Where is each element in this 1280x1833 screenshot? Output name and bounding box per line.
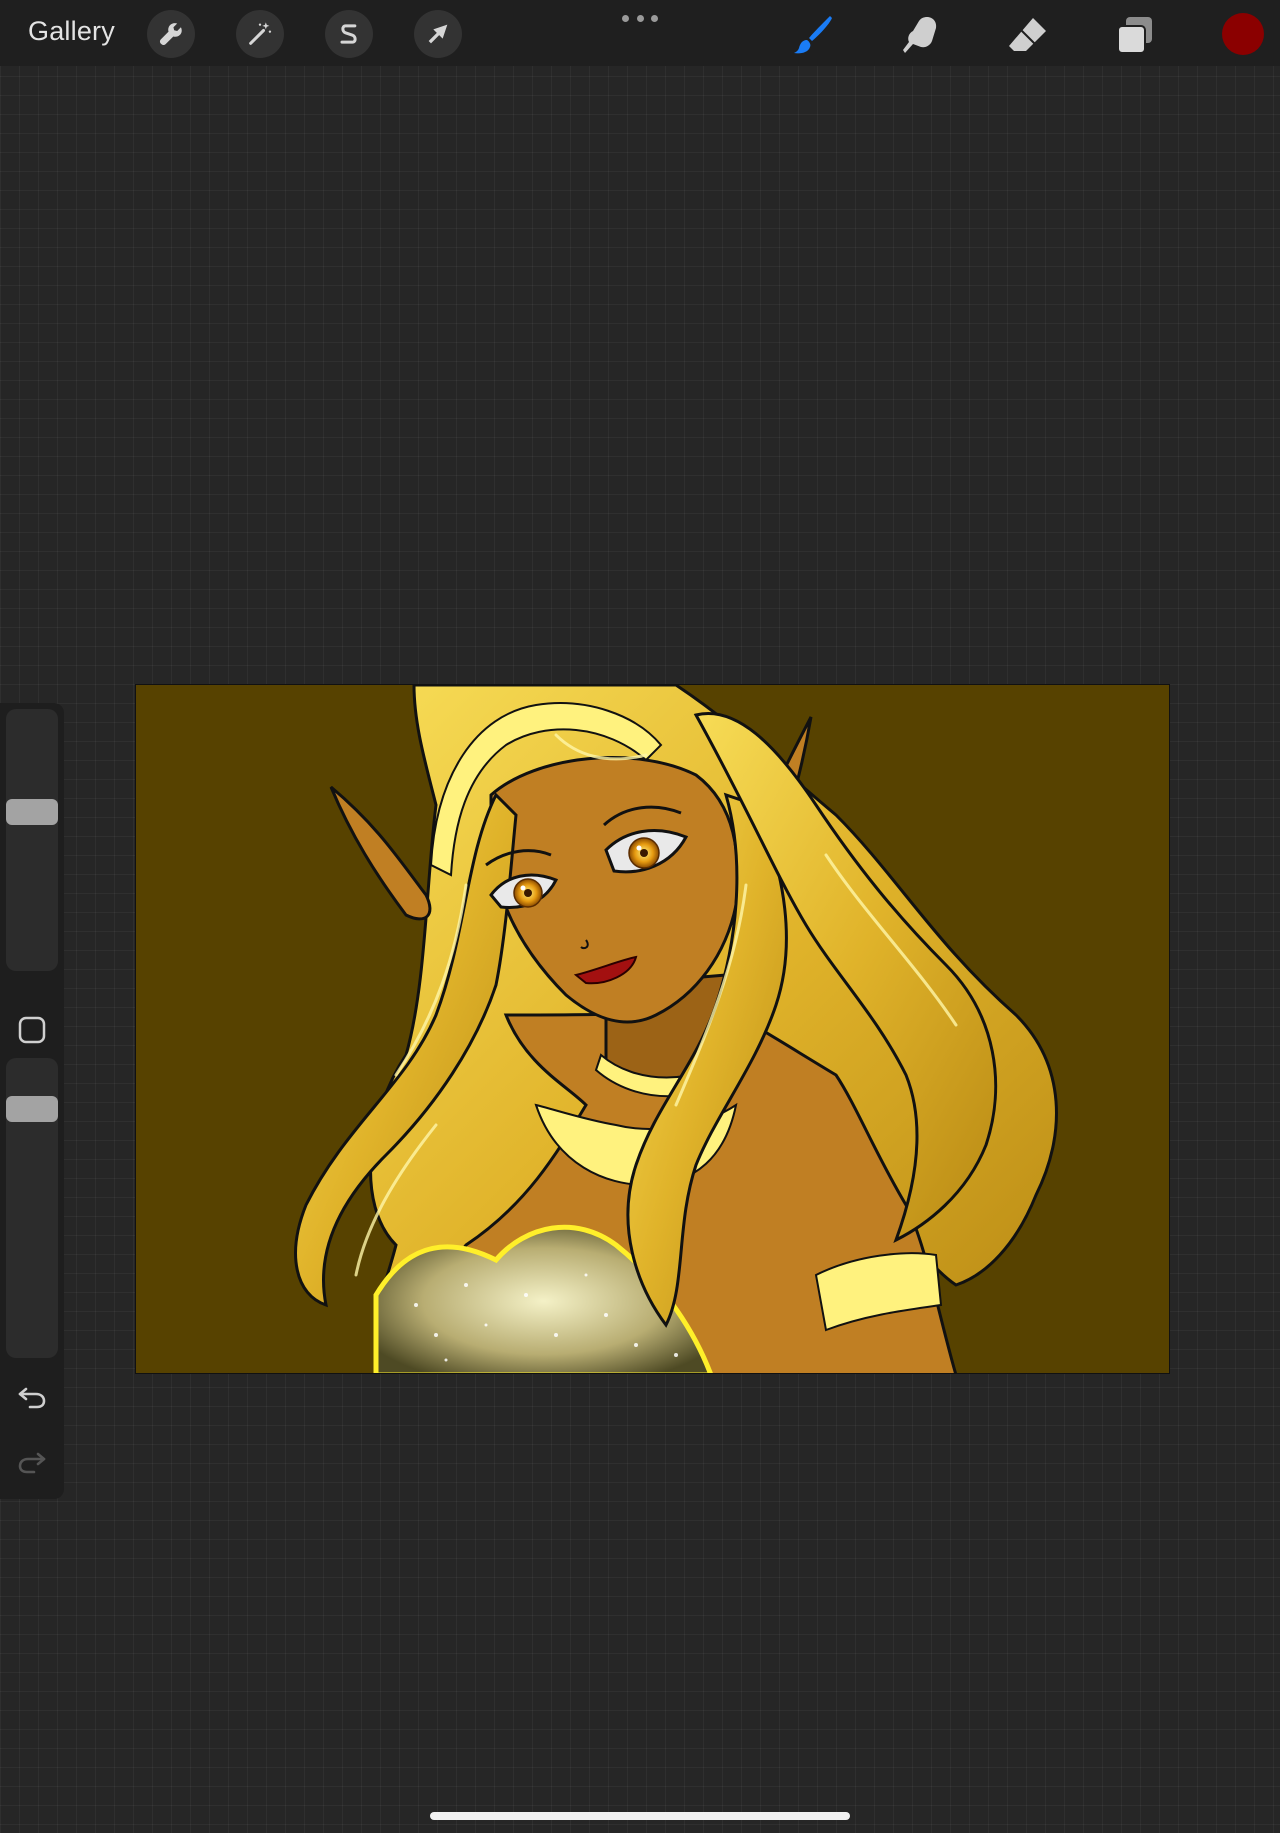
magic-wand-icon: [249, 22, 272, 45]
adjustments-button[interactable]: [236, 10, 284, 58]
drawing-canvas[interactable]: [135, 684, 1170, 1374]
smudge-tool-button[interactable]: [896, 10, 946, 60]
actions-button[interactable]: [147, 10, 195, 58]
gallery-button[interactable]: Gallery: [28, 16, 115, 47]
square-modify-icon: [18, 1016, 46, 1044]
modify-button[interactable]: [18, 1016, 46, 1044]
transform-button[interactable]: [414, 10, 462, 58]
layers-icon: [1117, 17, 1152, 54]
top-toolbar: Gallery: [0, 0, 1280, 66]
arrow-cursor-icon: [428, 24, 448, 44]
eraser-tool-button[interactable]: [1003, 10, 1053, 60]
undo-icon: [18, 1387, 46, 1409]
selection-button[interactable]: [325, 10, 373, 58]
brush-icon: [794, 16, 832, 54]
more-options-button[interactable]: [622, 8, 658, 28]
opacity-thumb[interactable]: [6, 1096, 58, 1122]
brush-size-thumb[interactable]: [6, 799, 58, 825]
smudge-finger-icon: [903, 17, 937, 53]
selection-s-icon: [340, 24, 357, 44]
undo-button[interactable]: [16, 1380, 48, 1412]
color-swatch-button[interactable]: [1222, 13, 1264, 55]
more-dots-icon: [622, 14, 629, 22]
home-indicator[interactable]: [430, 1812, 850, 1820]
redo-button[interactable]: [16, 1445, 48, 1477]
wrench-icon: [159, 23, 182, 46]
brush-size-slider[interactable]: [6, 709, 58, 971]
brush-tool-button[interactable]: [788, 10, 838, 60]
layers-button[interactable]: [1110, 10, 1160, 60]
redo-icon: [18, 1452, 46, 1474]
eraser-icon: [1009, 18, 1046, 51]
elf-illustration: [294, 685, 1058, 1373]
